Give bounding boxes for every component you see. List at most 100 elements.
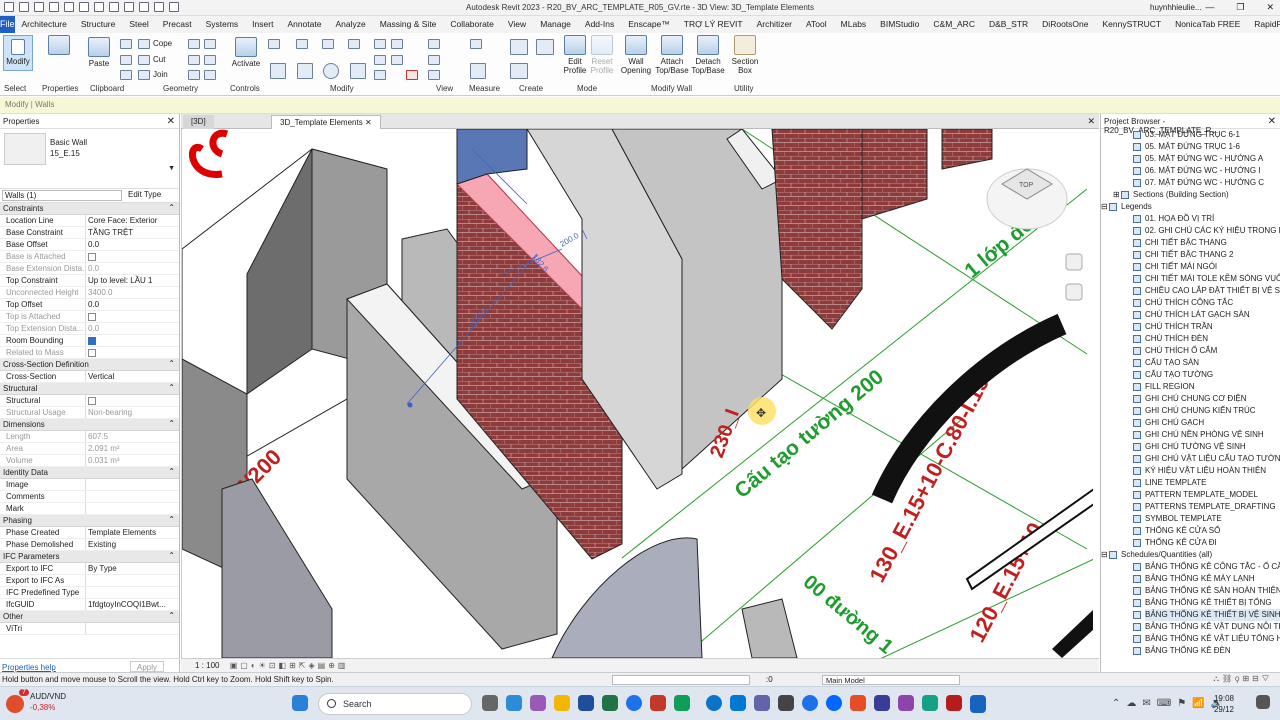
property-value[interactable]: 0.0 [88, 240, 99, 249]
tab-tr-l-revit[interactable]: TRỢ LÝ REVIT [677, 16, 750, 33]
browser-item[interactable]: FILL REGION [1101, 381, 1280, 393]
browser-item[interactable]: CHÚ THÍCH Ổ CẮM [1101, 345, 1280, 357]
stock-widget[interactable]: AUD/VND -0,38% [30, 691, 66, 713]
property-group[interactable]: IFC Parameters ⌃ [0, 551, 179, 563]
browser-item[interactable]: THỐNG KÊ CỬA SỔ [1101, 525, 1280, 537]
mirror-draw-icon[interactable] [348, 39, 360, 49]
checkbox[interactable] [88, 253, 96, 261]
tab-manage[interactable]: Manage [533, 16, 578, 33]
browser-item[interactable]: GHI CHÚ VẬT LIỆU CẤU TẠO TƯỜNG [1101, 453, 1280, 465]
checkbox[interactable] [88, 397, 96, 405]
expand-icon[interactable]: ⊞ [1113, 189, 1120, 201]
checkbox[interactable] [88, 313, 96, 321]
tab-kennystruct[interactable]: KennySTRUCT [1095, 16, 1168, 33]
create-group-icon[interactable] [510, 63, 528, 79]
cut-icon[interactable] [120, 39, 132, 49]
pin-icon[interactable] [391, 39, 403, 49]
browser-item[interactable]: GHI CHÚ TƯỜNG VỆ SINH [1101, 441, 1280, 453]
rotate-icon[interactable] [323, 63, 339, 79]
property-value[interactable]: 0.0 [88, 264, 99, 273]
property-group[interactable]: Dimensions ⌃ [0, 419, 179, 431]
tab-analyze[interactable]: Analyze [328, 16, 372, 33]
property-value[interactable]: 3400.0 [88, 288, 112, 297]
copy-element-icon[interactable] [297, 63, 313, 79]
property-group[interactable]: Structural ⌃ [0, 383, 179, 395]
tab-atool[interactable]: ATool [799, 16, 834, 33]
reset-profile-button[interactable]: Reset Profile [588, 35, 616, 75]
browser-item[interactable]: BẢNG THỐNG KÊ THIẾT BỊ TỔNG [1101, 597, 1280, 609]
tab-add-ins[interactable]: Add-Ins [578, 16, 621, 33]
tab-annotate[interactable]: Annotate [280, 16, 328, 33]
browser-item[interactable]: CHI TIẾT BẬC THANG 2 [1101, 249, 1280, 261]
close-icon[interactable]: ✕ [167, 116, 175, 127]
browser-item[interactable]: CHI TIẾT MÁI NGÓI [1101, 261, 1280, 273]
tab-precast[interactable]: Precast [156, 16, 199, 33]
maximize-button[interactable]: ❐ [1236, 2, 1244, 13]
demolish-icon[interactable] [204, 39, 216, 49]
windows-start-icon[interactable] [292, 695, 308, 711]
edge-icon[interactable] [706, 695, 722, 711]
property-group[interactable]: Constraints ⌃ [0, 203, 179, 215]
collapse-icon[interactable]: ⌃ [168, 551, 175, 560]
browser-item[interactable]: 07. MẶT ĐỨNG WC - HƯỚNG C [1101, 177, 1280, 189]
browser-item[interactable]: CHÚ THÍCH LÁT GẠCH SÀN [1101, 309, 1280, 321]
properties-button[interactable] [44, 35, 74, 57]
copy-icon[interactable] [120, 55, 132, 65]
unpin-icon[interactable] [391, 55, 403, 65]
array-icon[interactable] [374, 55, 386, 65]
excel-icon[interactable] [602, 695, 618, 711]
browser-item[interactable]: CHIỀU CAO LẮP ĐẶT THIẾT BỊ VỆ SIN [1101, 285, 1280, 297]
checkbox[interactable] [88, 337, 96, 345]
property-value[interactable]: 607.5 [88, 432, 108, 441]
browser-item[interactable]: BẢNG THỐNG KÊ VẬT DỤNG NỘI TH [1101, 621, 1280, 633]
attach-top-base-button[interactable]: Attach Top/Base [654, 35, 690, 75]
wall-joins-icon[interactable] [188, 39, 200, 49]
detach-top-base-button[interactable]: Detach Top/Base [690, 35, 726, 75]
paint-icon[interactable] [188, 70, 200, 80]
tab-bimstudio[interactable]: BIMStudio [873, 16, 926, 33]
override-icon[interactable] [428, 55, 440, 65]
browser-item[interactable]: BẢNG THỐNG KÊ THIẾT BỊ VỆ SINH [1101, 609, 1280, 621]
chevron-down-icon[interactable]: ▼ [168, 165, 175, 172]
tab-d-b-str[interactable]: D&B_STR [982, 16, 1035, 33]
apply-button[interactable]: Apply [130, 661, 164, 672]
property-value[interactable]: Vertical [88, 372, 114, 381]
tab-structure[interactable]: Structure [74, 16, 123, 33]
browser-item[interactable]: 05. MẶT ĐỨNG TRỤC 1-6 [1101, 141, 1280, 153]
browser-item[interactable]: BẢNG THỐNG KÊ CÔNG TẮC - Ổ CẮ [1101, 561, 1280, 573]
tab-dirootsone[interactable]: DiRootsOne [1035, 16, 1095, 33]
property-group[interactable]: Phasing ⌃ [0, 515, 179, 527]
close-icon[interactable]: ✕ [1268, 116, 1276, 127]
tab-3d[interactable]: [3D] [183, 115, 214, 129]
tab-enscape[interactable]: Enscape™ [621, 16, 677, 33]
close-icon[interactable]: ✕ [365, 118, 372, 127]
split-icon[interactable] [374, 39, 386, 49]
browser-item[interactable]: 01. HỌA ĐỒ VỊ TRÍ [1101, 213, 1280, 225]
zalo-icon[interactable] [826, 695, 842, 711]
cut-geometry-icon[interactable] [138, 55, 150, 65]
minimize-button[interactable]: — [1205, 2, 1214, 13]
browser-item[interactable]: THỐNG KÊ CỬA ĐI [1101, 537, 1280, 549]
user-account[interactable]: huynhhieulie... [1150, 3, 1202, 12]
browser-item[interactable]: CHÚ THÍCH ĐÈN [1101, 333, 1280, 345]
measure-between-icon[interactable] [470, 39, 482, 49]
browser-item[interactable]: PATTERNS TEMPLATE_DRAFTING [1101, 501, 1280, 513]
browser-item[interactable]: CHI TIẾT MÁI TOLE KẼM SÓNG VUÔ [1101, 273, 1280, 285]
browser-item[interactable]: PATTERN TEMPLATE_MODEL [1101, 489, 1280, 501]
mirror-axis-icon[interactable] [322, 39, 334, 49]
browser-item[interactable]: 02. GHI CHÚ CÁC KÝ HIỆU TRONG B [1101, 225, 1280, 237]
collapse-icon[interactable]: ⌃ [168, 203, 175, 212]
taskbar-search[interactable]: Search [318, 693, 472, 715]
system-tray-icons[interactable]: ⌃☁✉⌨⚑📶🔊 [1112, 698, 1229, 709]
property-value[interactable]: By Type [88, 564, 117, 573]
tab-file[interactable]: File [0, 16, 15, 33]
browser-item[interactable]: CHÚ THÍCH CÔNG TẮC [1101, 297, 1280, 309]
property-value[interactable]: 0.0 [88, 300, 99, 309]
navigation-bar[interactable] [1065, 253, 1083, 301]
browser-item[interactable]: GHI CHÚ CHUNG CƠ ĐIỆN [1101, 393, 1280, 405]
selection-filter-icons[interactable]: ⛬⛓⚲⊞⊟▽ [1213, 674, 1272, 684]
property-group[interactable]: Identity Data ⌃ [0, 467, 179, 479]
collapse-icon[interactable]: ⌃ [168, 383, 175, 392]
notification-bell-icon[interactable] [1256, 695, 1270, 709]
workset-dropdown[interactable] [612, 675, 750, 685]
